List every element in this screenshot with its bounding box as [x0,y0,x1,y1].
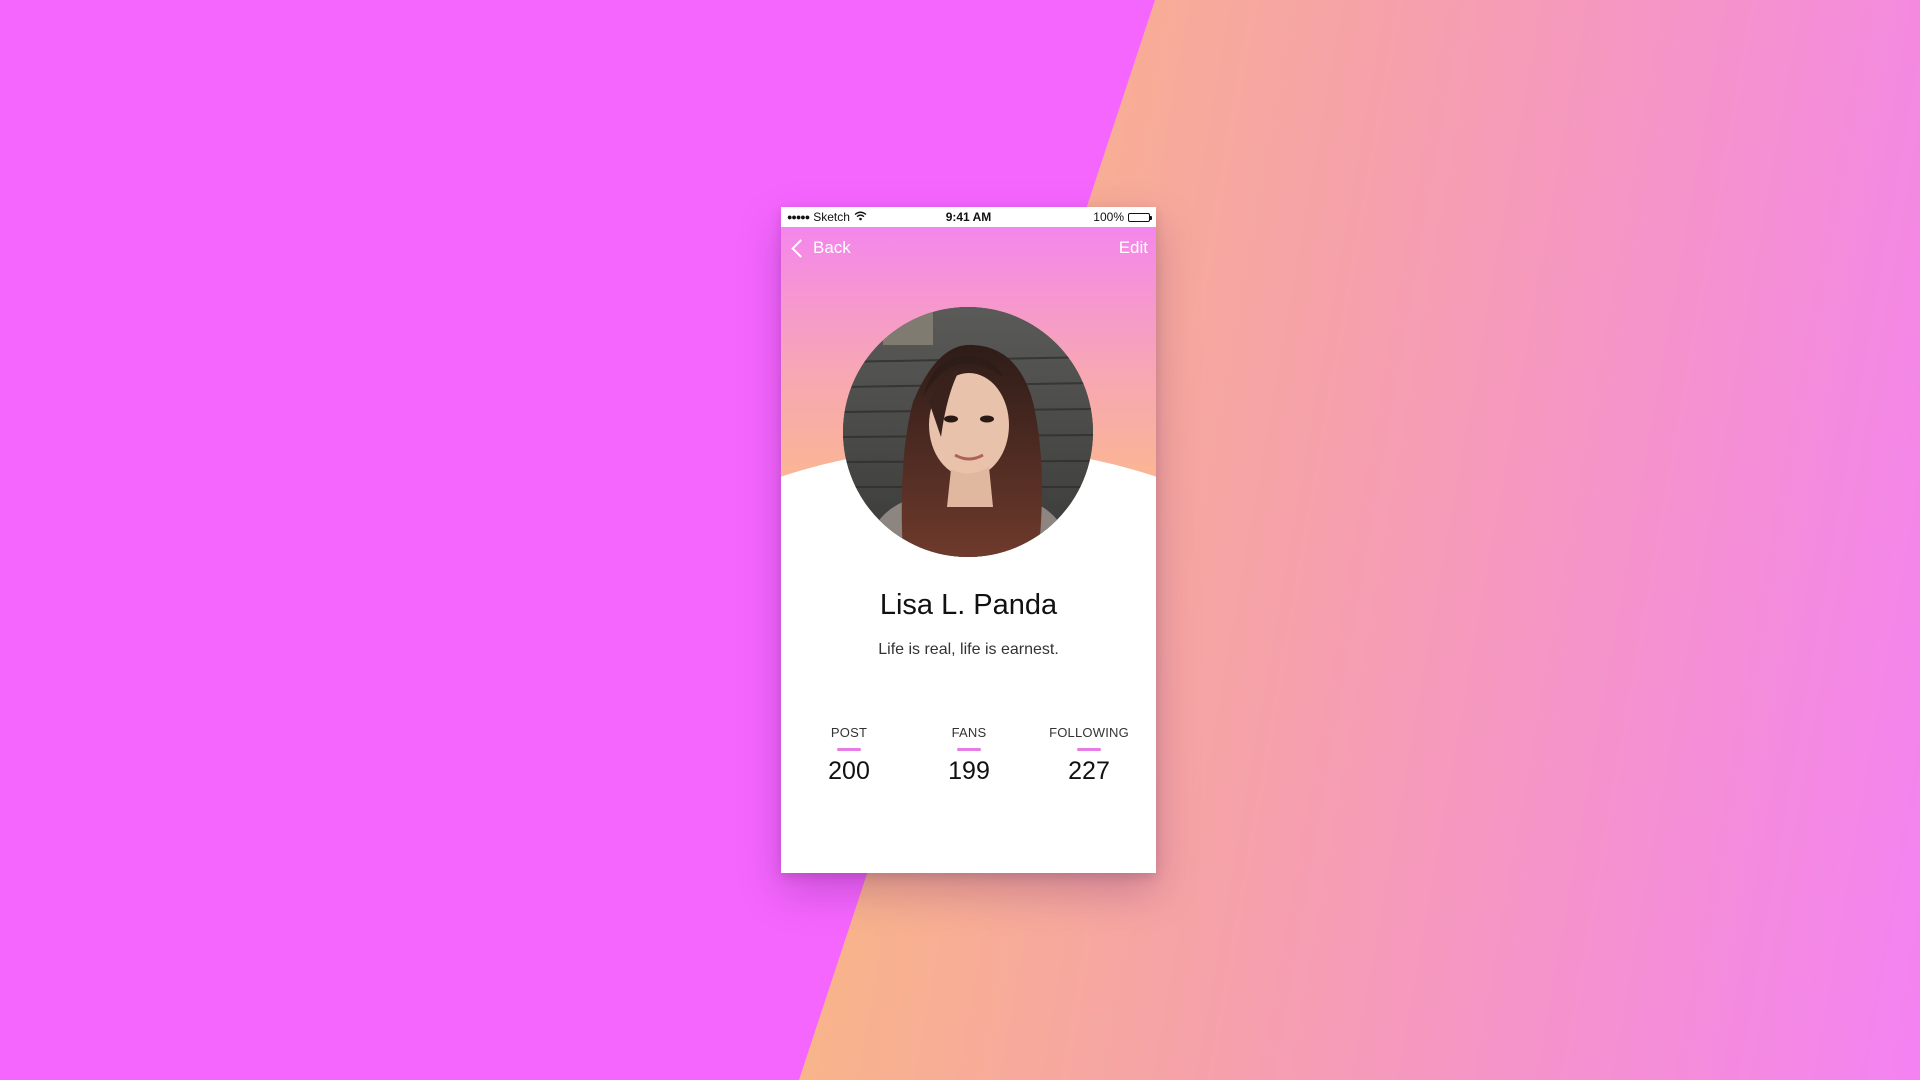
stat-underline [1077,748,1101,751]
edit-button[interactable]: Edit [1119,238,1148,258]
status-right: 100% [1093,210,1152,224]
back-button[interactable]: Back [790,238,851,258]
phone-screen: ●●●●● Sketch 9:41 AM 100% Back Edit Lisa… [781,207,1156,873]
stat-underline [837,748,861,751]
stat-value: 200 [828,757,870,785]
stat-label: FANS [951,725,987,740]
battery-icon [1128,212,1152,222]
stat-fans[interactable]: FANS 199 [909,725,1029,786]
stat-value: 199 [948,757,990,785]
navigation-bar: Back Edit [781,227,1156,271]
stat-following[interactable]: FOLLOWING 227 [1029,725,1149,786]
stat-post[interactable]: POST 200 [789,725,909,786]
status-bar: ●●●●● Sketch 9:41 AM 100% [781,207,1156,227]
chevron-left-icon [791,238,810,258]
stat-label: FOLLOWING [1049,725,1129,740]
stat-label: POST [830,725,868,740]
profile-name: Lisa L. Panda [879,589,1058,621]
avatar-photo [843,307,1093,557]
profile-bio: Life is real, life is earnest. [878,641,1059,658]
back-label: Back [813,238,851,257]
avatar [843,307,1093,557]
profile-stats: POST 200 FANS 199 FOLLOWING 227 [781,725,1156,805]
stat-underline [957,748,981,751]
battery-percent: 100% [1093,210,1124,224]
background: ●●●●● Sketch 9:41 AM 100% Back Edit Lisa… [0,0,1920,1080]
stat-value: 227 [1068,757,1110,785]
